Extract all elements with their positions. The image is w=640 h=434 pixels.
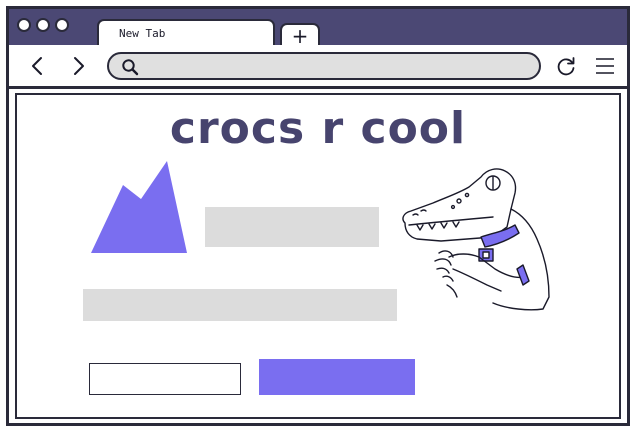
browser-window: New Tab + crocs r cool <box>6 6 630 426</box>
forward-arrow-icon[interactable] <box>67 55 89 77</box>
text-placeholder-long <box>83 289 397 321</box>
page-content: crocs r cool <box>15 93 621 419</box>
tab-title: New Tab <box>119 27 166 40</box>
title-bar: New Tab + <box>9 9 627 47</box>
secondary-button[interactable] <box>89 363 241 395</box>
primary-button[interactable] <box>259 359 415 395</box>
back-arrow-icon[interactable] <box>27 55 49 77</box>
text-placeholder-short <box>205 207 379 247</box>
page-headline: crocs r cool <box>169 103 467 154</box>
address-bar[interactable] <box>107 52 541 80</box>
search-icon <box>122 59 139 76</box>
crocodile-illustration <box>402 168 550 311</box>
window-minimize-dot[interactable] <box>36 18 50 32</box>
new-tab-button[interactable]: + <box>280 23 320 47</box>
browser-toolbar <box>9 45 627 89</box>
plus-icon: + <box>291 24 309 48</box>
window-maximize-dot[interactable] <box>55 18 69 32</box>
window-close-dot[interactable] <box>17 18 31 32</box>
mountain-image-placeholder <box>91 161 187 253</box>
menu-icon[interactable] <box>594 55 616 77</box>
reload-icon[interactable] <box>555 55 577 77</box>
tab-new-tab[interactable]: New Tab <box>97 19 275 47</box>
